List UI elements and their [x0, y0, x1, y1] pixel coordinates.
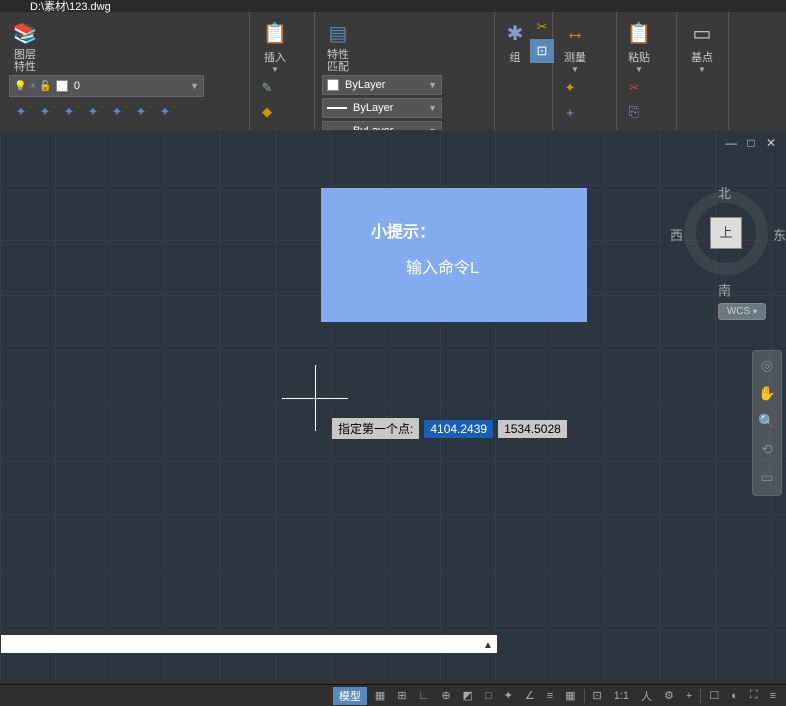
cycling-toggle[interactable]: ⊡: [589, 687, 606, 705]
util-tool-1[interactable]: ✦: [558, 76, 582, 100]
customization-button[interactable]: ≡: [766, 687, 780, 705]
nav-pan-icon[interactable]: ✋: [757, 385, 777, 405]
annotation-scale-button[interactable]: 1:1: [610, 687, 633, 705]
drawing-viewport[interactable]: — □ ✕ 小提示： 输入命令L 指定第一个点: 4104.2439 1534.…: [0, 130, 786, 680]
command-line-input[interactable]: [0, 634, 498, 654]
insert-block-button[interactable]: 📋 插入 ▼: [255, 15, 295, 76]
chevron-down-icon: ▼: [190, 81, 199, 91]
x-coordinate-input[interactable]: 4104.2439: [423, 419, 494, 439]
group-icon: ✱: [499, 17, 531, 49]
command-history-toggle[interactable]: ▲: [480, 638, 496, 654]
nav-zoom-icon[interactable]: 🔍: [757, 413, 777, 433]
title-bar: D:\素材\123.dwg: [0, 0, 786, 12]
viewport-minimize-button[interactable]: —: [724, 136, 738, 150]
layer-name: 0: [74, 80, 80, 92]
status-bar: 模型 ▦ ⊞ ∟ ⊕ ◩ □ ✦ ∠ ≡ ▦ ⊡ 1:1 人 ⚙ + ☐ ◐ ⛶…: [0, 684, 786, 706]
chevron-down-icon: ▼: [635, 65, 643, 74]
hint-tooltip: 小提示： 输入命令L: [321, 188, 587, 322]
insert-icon: 📋: [259, 17, 291, 49]
block-tool-2[interactable]: ◆: [255, 100, 279, 124]
viewcube-top-face[interactable]: 上: [710, 217, 742, 249]
viewcube-east[interactable]: 东: [773, 225, 786, 244]
chevron-down-icon: ▼: [428, 103, 437, 113]
dynamic-input: 指定第一个点: 4104.2439 1534.5028: [331, 417, 568, 440]
paste-icon: 📋: [623, 17, 655, 49]
lock-icon: 🔓: [39, 81, 51, 92]
osnap-toggle[interactable]: □: [481, 687, 496, 705]
layer-tool-4[interactable]: ✦: [81, 100, 105, 124]
copy-button[interactable]: ⎘: [622, 100, 646, 124]
lineweight-dropdown[interactable]: ByLayer ▼: [322, 98, 442, 118]
chevron-down-icon: ▼: [271, 65, 279, 74]
viewport-close-button[interactable]: ✕: [764, 136, 778, 150]
util-tool-2[interactable]: +: [558, 100, 582, 124]
chevron-down-icon: ▼: [571, 65, 579, 74]
match-properties-button[interactable]: ▤ 特性 匹配: [320, 15, 356, 75]
transparency-toggle[interactable]: ▦: [561, 687, 579, 705]
otrack-toggle[interactable]: ∠: [521, 687, 539, 705]
viewcube-south[interactable]: 南: [718, 280, 731, 299]
layer-tool-7[interactable]: ✦: [153, 100, 177, 124]
iso-toggle[interactable]: ◩: [459, 687, 477, 705]
group-edit-button[interactable]: ⊡: [530, 39, 554, 63]
lineweight-toggle[interactable]: ≡: [543, 687, 557, 705]
bulb-icon: 💡: [14, 81, 26, 92]
viewport-maximize-button[interactable]: □: [744, 136, 758, 150]
chevron-down-icon: ▾: [753, 307, 757, 316]
viewcube[interactable]: 北 南 西 东 上: [678, 185, 774, 281]
nav-wheel-icon[interactable]: ◎: [757, 357, 777, 377]
basepoint-icon: ▭: [686, 17, 718, 49]
annotation-monitor-toggle[interactable]: 人: [637, 687, 656, 705]
layer-selector-dropdown[interactable]: 💡 ☀ 🔓 0 ▼: [9, 75, 204, 97]
paste-button[interactable]: 📋 粘贴 ▼: [622, 15, 656, 76]
block-tool-1[interactable]: ✎: [255, 76, 279, 100]
ortho-toggle[interactable]: ∟: [415, 687, 434, 705]
layer-tool-1[interactable]: ✦: [9, 100, 33, 124]
sun-icon: ☀: [28, 81, 37, 92]
chevron-down-icon: ▼: [428, 80, 437, 90]
group-button[interactable]: ✱ 组: [500, 15, 530, 67]
clean-screen-button[interactable]: ⛶: [746, 687, 762, 705]
lineweight-icon: [327, 107, 347, 109]
layer-color-swatch: [56, 80, 68, 92]
model-space-button[interactable]: 模型: [333, 687, 367, 705]
prompt-label: 指定第一个点:: [331, 417, 420, 440]
hint-text: 输入命令L: [406, 254, 587, 278]
color-dropdown[interactable]: ByLayer ▼: [322, 75, 442, 95]
color-swatch-icon: [327, 79, 339, 91]
ungroup-button[interactable]: ✂: [530, 15, 554, 39]
viewcube-north[interactable]: 北: [718, 183, 731, 202]
layer-tool-6[interactable]: ✦: [129, 100, 153, 124]
divider: [584, 689, 585, 703]
layer-properties-button[interactable]: 📚 图层 特性: [5, 15, 45, 75]
base-point-button[interactable]: ▭ 基点 ▼: [682, 15, 722, 76]
3dosnap-toggle[interactable]: ✦: [500, 687, 517, 705]
grid-toggle[interactable]: ▦: [371, 687, 389, 705]
navigation-bar: ◎ ✋ 🔍 ⟲ ▭: [752, 350, 782, 496]
snap-toggle[interactable]: ⊞: [393, 687, 410, 705]
layers-stack-icon: 📚: [9, 17, 41, 49]
isolate-objects-button[interactable]: ☐: [705, 687, 723, 705]
chevron-down-icon: ▼: [698, 65, 706, 74]
cut-button[interactable]: ✂: [622, 76, 646, 100]
layer-tool-2[interactable]: ✦: [33, 100, 57, 124]
layer-tool-3[interactable]: ✦: [57, 100, 81, 124]
y-coordinate-input[interactable]: 1534.5028: [497, 419, 568, 439]
nav-showmotion-icon[interactable]: ▭: [757, 469, 777, 489]
nav-orbit-icon[interactable]: ⟲: [757, 441, 777, 461]
layer-tool-5[interactable]: ✦: [105, 100, 129, 124]
match-props-icon: ▤: [322, 17, 354, 49]
measure-button[interactable]: ↔ 测量 ▼: [558, 15, 592, 76]
viewport-window-controls: — □ ✕: [724, 136, 778, 150]
workspace-switch-button[interactable]: ⚙: [660, 687, 678, 705]
wcs-button[interactable]: WCS ▾: [718, 303, 766, 320]
polar-toggle[interactable]: ⊕: [437, 687, 454, 705]
divider: [700, 689, 701, 703]
hardware-accel-button[interactable]: ◐: [727, 687, 742, 705]
measure-icon: ↔: [559, 17, 591, 49]
annotation-monitor-button[interactable]: +: [682, 687, 696, 705]
viewcube-west[interactable]: 西: [670, 225, 683, 244]
hint-title: 小提示：: [371, 218, 587, 242]
